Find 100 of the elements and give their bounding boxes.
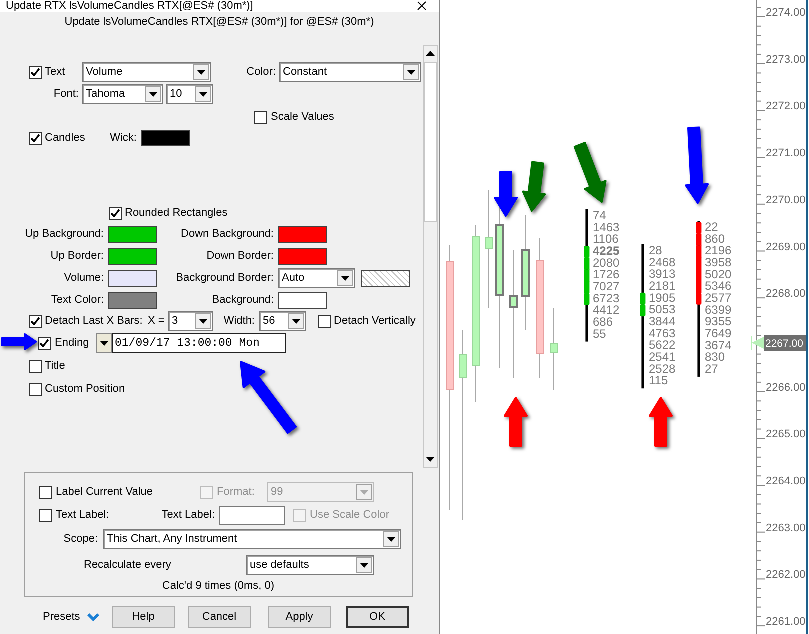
price-label: 2273.00 <box>766 54 806 66</box>
checkbox-label: Custom Position <box>45 383 126 395</box>
volume-value: 7649 <box>705 326 732 340</box>
caret-icon <box>406 70 416 74</box>
dropdown[interactable]: Volume <box>82 62 211 82</box>
color-swatch[interactable] <box>108 270 157 286</box>
setting-label: Down Background: <box>180 228 274 240</box>
checkbox-label: Text <box>45 66 66 78</box>
chevron-down-icon[interactable] <box>87 612 100 622</box>
dropdown[interactable]: use defaults <box>246 555 374 575</box>
datetime-field[interactable]: 01/09/17 13:00:00 Mon <box>112 333 286 353</box>
checkbox[interactable] <box>29 66 42 78</box>
caret-icon <box>198 92 208 96</box>
checkbox[interactable] <box>29 382 42 396</box>
price-label: 2261.00 <box>766 616 806 628</box>
volume-value: 2181 <box>649 279 676 293</box>
checkbox[interactable] <box>29 314 42 328</box>
dialog-button[interactable]: Apply <box>268 606 331 628</box>
checkbox[interactable] <box>39 508 52 522</box>
color-swatch[interactable] <box>141 130 190 146</box>
checkbox[interactable] <box>29 132 42 144</box>
color-swatch[interactable] <box>108 248 157 264</box>
dropdown[interactable]: 56 <box>259 311 306 331</box>
volume-value: 7027 <box>593 279 620 294</box>
setting-label: Volume: <box>63 272 104 284</box>
caret-icon <box>196 70 206 74</box>
volume-value: 1463 <box>593 220 620 234</box>
volume-value: 1726 <box>593 268 620 282</box>
checkbox-label: Detach Vertically <box>334 315 417 327</box>
volume-value: 830 <box>705 350 726 364</box>
volume-value: 28 <box>649 244 662 258</box>
volume-value: 1905 <box>649 290 676 305</box>
color-swatch[interactable] <box>278 248 327 264</box>
checkbox[interactable] <box>39 486 52 498</box>
width-label: Width: <box>222 315 255 327</box>
checkbox[interactable] <box>38 336 51 350</box>
dropdown[interactable]: This Chart, Any Instrument <box>103 529 401 549</box>
input-field[interactable] <box>219 506 285 524</box>
volume-value: 1106 <box>593 232 619 246</box>
price-label: 2268.00 <box>766 288 806 300</box>
price-label: 2264.00 <box>766 476 806 488</box>
checkbox[interactable] <box>29 360 42 372</box>
checkbox[interactable] <box>318 314 331 328</box>
volume-value: 3844 <box>649 314 676 328</box>
price-label: 2274.00 <box>766 7 806 19</box>
dialog-button[interactable]: Cancel <box>188 606 251 628</box>
caret-icon <box>292 318 300 324</box>
volume-value: 4225 <box>593 244 620 258</box>
font-label: Font: <box>52 88 79 100</box>
color-swatch[interactable] <box>278 292 327 308</box>
dropdown[interactable]: Auto <box>278 268 355 288</box>
volume-value: 22 <box>705 220 718 234</box>
checkbox-label: Candles <box>45 132 86 144</box>
caret-icon <box>198 318 208 324</box>
dialog-button[interactable]: Help <box>112 606 175 628</box>
price-label: 2269.00 <box>766 241 806 254</box>
volume-value: 4412 <box>593 303 620 318</box>
color-swatch[interactable] <box>108 226 157 242</box>
dropdown[interactable]: 10 <box>166 84 213 104</box>
dropdown[interactable]: Tahoma <box>82 84 163 104</box>
volume-value: 9355 <box>705 314 732 329</box>
scroll-up-icon[interactable] <box>426 51 435 56</box>
presets-link[interactable]: Presets <box>43 611 85 623</box>
checkbox-label: Format: <box>217 486 256 498</box>
wick-label: Wick: <box>109 132 137 144</box>
price-label: 2265.00 <box>766 428 806 441</box>
setting-label: Up Border: <box>50 250 104 262</box>
caret-icon <box>360 490 368 494</box>
price-label: 2263.00 <box>766 522 806 534</box>
color-swatch[interactable] <box>108 292 157 308</box>
window-title: Update RTX lsVolumeCandles RTX[@ES# (30m*)] <box>6 0 254 12</box>
checkbox[interactable] <box>109 206 122 220</box>
volume-value: 5020 <box>705 267 732 282</box>
caret-icon <box>360 562 368 568</box>
volume-value: 55 <box>593 326 606 341</box>
close-icon[interactable] <box>417 1 427 11</box>
caret-icon <box>340 276 350 280</box>
volume-value: 2528 <box>649 362 676 376</box>
volume-value: 6399 <box>705 302 732 317</box>
pattern-swatch[interactable] <box>361 270 410 286</box>
scrollbar[interactable] <box>423 45 438 468</box>
checkbox[interactable] <box>254 110 267 124</box>
x-label: X = <box>148 315 166 327</box>
caret-icon <box>100 340 108 346</box>
dropdown[interactable]: 3 <box>168 311 213 331</box>
color-label: Color: <box>246 66 276 78</box>
scroll-down-icon[interactable] <box>426 457 435 462</box>
checkbox-label: Label Current Value <box>56 486 154 498</box>
volume-value: 686 <box>593 314 614 329</box>
dialog-button[interactable]: OK <box>346 606 409 628</box>
caret-icon <box>148 92 158 96</box>
scrollbar-thumb[interactable] <box>424 62 437 222</box>
dropdown[interactable]: Constant <box>279 62 421 82</box>
checkbox-label: Scale Values <box>271 111 336 123</box>
volume-value: 5622 <box>649 338 676 352</box>
date-picker-button[interactable] <box>96 333 112 353</box>
color-swatch[interactable] <box>278 226 327 242</box>
volume-value: 6723 <box>593 291 620 306</box>
volume-value: 860 <box>705 232 726 246</box>
volume-value: 27 <box>705 362 718 376</box>
